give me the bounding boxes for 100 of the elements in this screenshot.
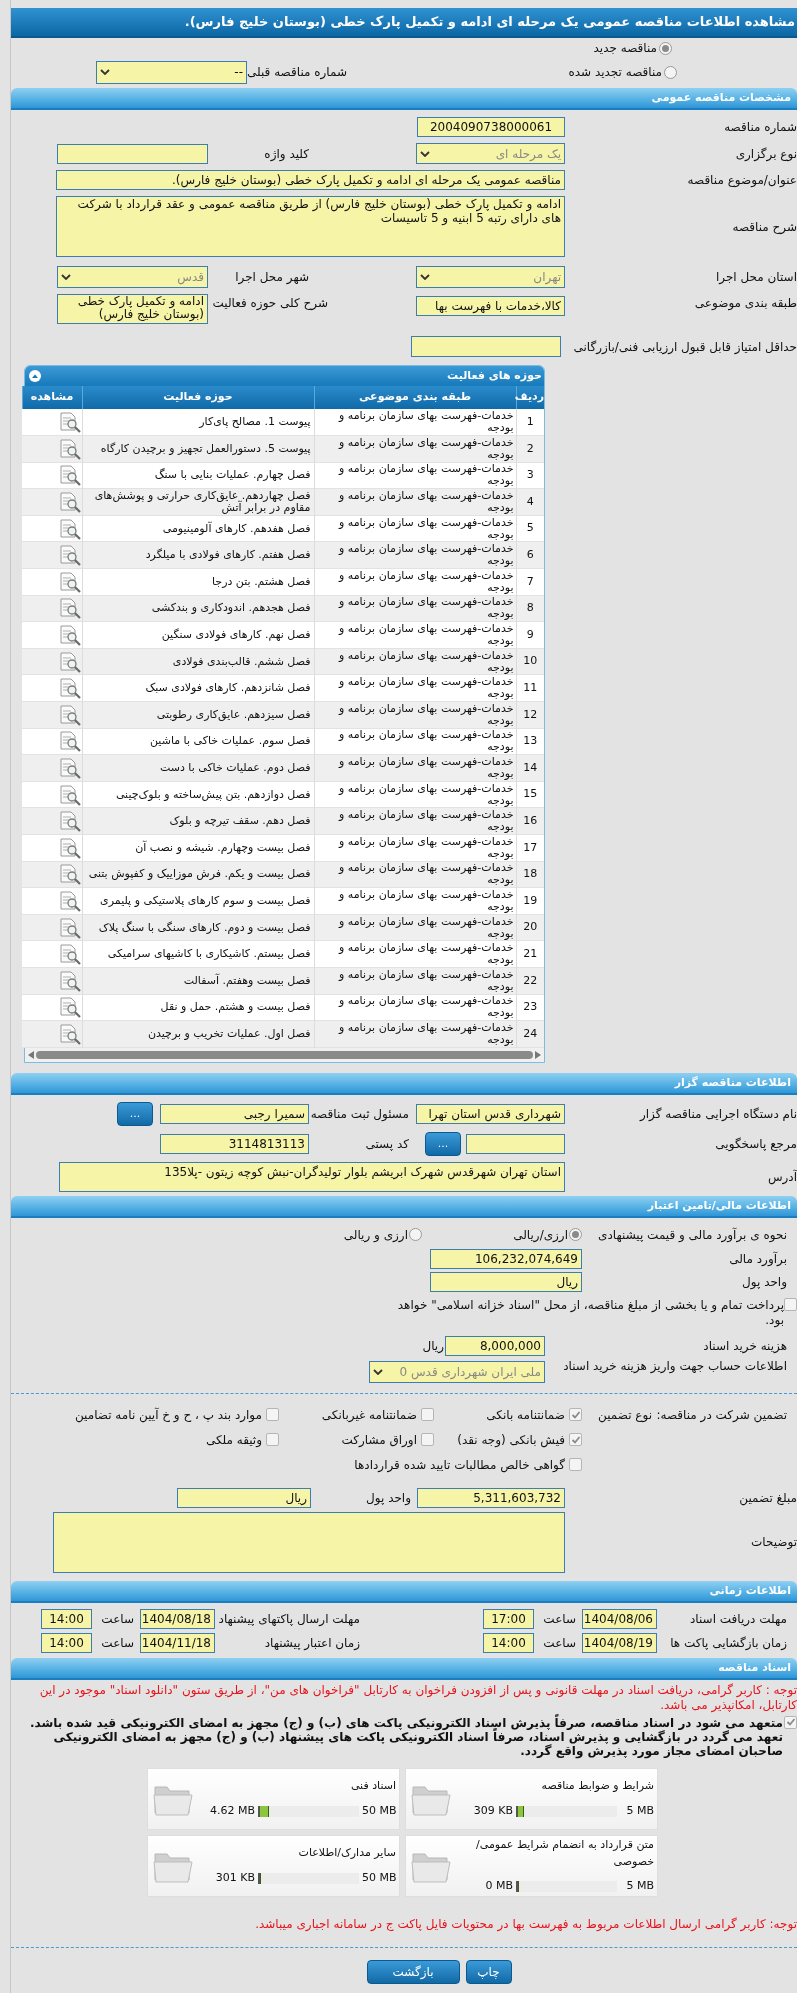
input-field[interactable]: 1404/11/18 <box>140 1632 215 1653</box>
input-field[interactable]: 106,232,074,649 <box>430 1248 582 1269</box>
chevron-down-icon <box>420 150 430 157</box>
field-label: زمان بازگشایی پاکت ها <box>669 1634 788 1652</box>
checkbox[interactable] <box>569 1433 582 1447</box>
field-label: نوع تضمین <box>597 1406 652 1424</box>
view-details-icon[interactable] <box>57 464 82 487</box>
view-details-icon[interactable] <box>57 517 82 540</box>
input-field[interactable]: 14:00 <box>483 1632 534 1653</box>
scroll-right-arrow-icon[interactable] <box>535 1050 541 1059</box>
view-details-icon[interactable] <box>57 810 82 833</box>
input-field[interactable]: مناقصه عمومی یک مرحله ای ادامه و تکمیل پارک خطی (بوستان خلیج فارس). <box>56 170 565 190</box>
radio-button[interactable] <box>659 41 672 55</box>
view-details-icon[interactable] <box>57 1022 82 1045</box>
checkbox[interactable] <box>421 1433 434 1447</box>
field-label: آدرس <box>766 1168 797 1186</box>
input-field[interactable]: 1404/08/06 <box>582 1608 657 1629</box>
view-details-icon[interactable] <box>57 757 82 779</box>
table-title: حوزه های فعالیت <box>447 367 542 384</box>
table-cell: خدمات-فهرست بهای سازمان برنامه و بودجه <box>314 541 516 569</box>
input-field[interactable]: 14:00 <box>41 1608 92 1629</box>
button[interactable]: بازگشت <box>366 1959 460 1984</box>
view-details-icon[interactable] <box>57 730 82 753</box>
field-label: شرح مناقصه <box>731 218 797 236</box>
input-field[interactable]: 14:00 <box>41 1632 92 1653</box>
view-details-icon[interactable] <box>57 703 82 726</box>
view-details-icon[interactable] <box>57 863 82 886</box>
input-field[interactable]: کالا،خدمات با فهرست بها <box>416 296 565 316</box>
table-cell: خدمات-فهرست بهای سازمان برنامه و بودجه <box>314 728 516 755</box>
input-field[interactable]: ادامه و تکمیل پارک خطی (بوستان خلیج فارس) از طریق مناقصه عمومی و عقد قرارداد با شرکت های دارای رتبه 5 ابنیه و 5 تاسیسات <box>56 196 565 257</box>
view-details-icon[interactable] <box>57 836 82 859</box>
input-field[interactable] <box>57 143 208 164</box>
file-title: سایر مدارک/اطلاعات <box>297 1845 396 1862</box>
view-details-icon[interactable] <box>57 650 82 673</box>
field-label: هزینه خرید اسناد <box>702 1337 788 1355</box>
table-cell: 13 <box>516 728 544 755</box>
view-details-icon[interactable] <box>57 411 82 434</box>
page-title: مشاهده اطلاعات مناقصه عمومی یک مرحله ای ادامه و تکمیل پارک خطی (بوستان خلیج فارس). <box>11 8 797 38</box>
view-details-icon[interactable] <box>57 890 82 912</box>
view-details-icon[interactable] <box>57 943 82 966</box>
view-details-icon[interactable] <box>57 570 82 593</box>
field-label: مناقصه جدید <box>593 40 657 57</box>
checkbox[interactable] <box>784 1715 797 1729</box>
radio-button[interactable] <box>664 65 677 79</box>
input-field[interactable]: 8,000,000 <box>445 1335 545 1356</box>
dropdown[interactable]: -- <box>96 60 247 84</box>
checkbox[interactable] <box>569 1408 582 1422</box>
input-field[interactable] <box>466 1133 565 1154</box>
button[interactable]: ... <box>117 1101 153 1126</box>
input-field[interactable]: استان تهران شهرقدس شهرک ابریشم بلوار تولیدگران-نبش کوچه زیتون -پلا135 <box>59 1161 565 1192</box>
radio-button[interactable] <box>569 1228 582 1242</box>
view-details-icon[interactable] <box>57 677 82 700</box>
view-details-icon[interactable] <box>57 437 82 460</box>
input-field[interactable] <box>411 336 561 357</box>
file-size-used: 0 MB <box>485 1878 513 1894</box>
checkbox-label: پرداخت تمام و یا بخشی از مبلغ مناقصه، از محل "اسناد خزانه اسلامی" خواهد بود. <box>396 1297 784 1328</box>
table-cell: 15 <box>516 781 544 808</box>
input-field[interactable]: 1404/08/19 <box>582 1632 657 1653</box>
view-details-icon[interactable] <box>57 996 82 1019</box>
input-field[interactable]: ریال <box>177 1487 311 1508</box>
input-field[interactable]: سمیرا رجبی <box>160 1103 309 1124</box>
input-field[interactable]: ریال <box>430 1271 582 1292</box>
table-cell: 21 <box>516 940 544 968</box>
input-field[interactable]: 1404/08/18 <box>140 1608 215 1629</box>
input-field[interactable]: 2004090738000061 <box>417 117 565 137</box>
table-cell: 6 <box>516 541 544 569</box>
view-details-icon[interactable] <box>57 969 82 992</box>
collapse-icon[interactable] <box>29 370 41 382</box>
scroll-left-arrow-icon[interactable] <box>28 1050 34 1059</box>
view-details-icon[interactable] <box>57 491 82 514</box>
input-field[interactable]: ادامه و تکمیل پارک خطی (بوستان خلیج فارس) <box>57 294 208 324</box>
view-details-icon[interactable] <box>57 597 82 620</box>
checkbox[interactable] <box>266 1408 279 1422</box>
input-field[interactable]: شهرداری قدس استان تهرا <box>416 1103 565 1124</box>
table-cell: 11 <box>516 674 544 702</box>
checkbox[interactable] <box>569 1458 582 1472</box>
checkbox[interactable] <box>421 1408 434 1422</box>
radio-button[interactable] <box>409 1228 422 1242</box>
table-cell: 2 <box>516 435 544 463</box>
file-size-limit: 5 MB <box>625 1878 654 1894</box>
table-cell: 22 <box>516 967 544 995</box>
input-field[interactable]: 17:00 <box>483 1608 534 1629</box>
file-size-used: 4.62 MB <box>209 1802 255 1819</box>
field-label: واحد پول <box>365 1489 411 1507</box>
view-details-icon[interactable] <box>57 624 82 647</box>
field-label: کلید واژه <box>263 145 309 163</box>
file-size-limit: 5 MB <box>625 1802 654 1819</box>
checkbox[interactable] <box>784 1297 797 1311</box>
text-area[interactable] <box>53 1511 565 1573</box>
view-details-icon[interactable] <box>57 916 82 939</box>
chevron-down-icon <box>61 274 71 280</box>
input-field[interactable]: 3114813113 <box>160 1133 309 1154</box>
view-details-icon[interactable] <box>57 544 82 567</box>
button[interactable]: ... <box>425 1131 461 1156</box>
table-cell: خدمات-فهرست بهای سازمان برنامه و بودجه <box>314 781 516 808</box>
input-field[interactable]: 5,311,603,732 <box>417 1487 565 1508</box>
checkbox[interactable] <box>266 1433 279 1447</box>
field-label: ساعت <box>542 1610 577 1628</box>
button[interactable]: چاپ <box>465 1959 512 1984</box>
view-details-icon[interactable] <box>57 783 82 806</box>
